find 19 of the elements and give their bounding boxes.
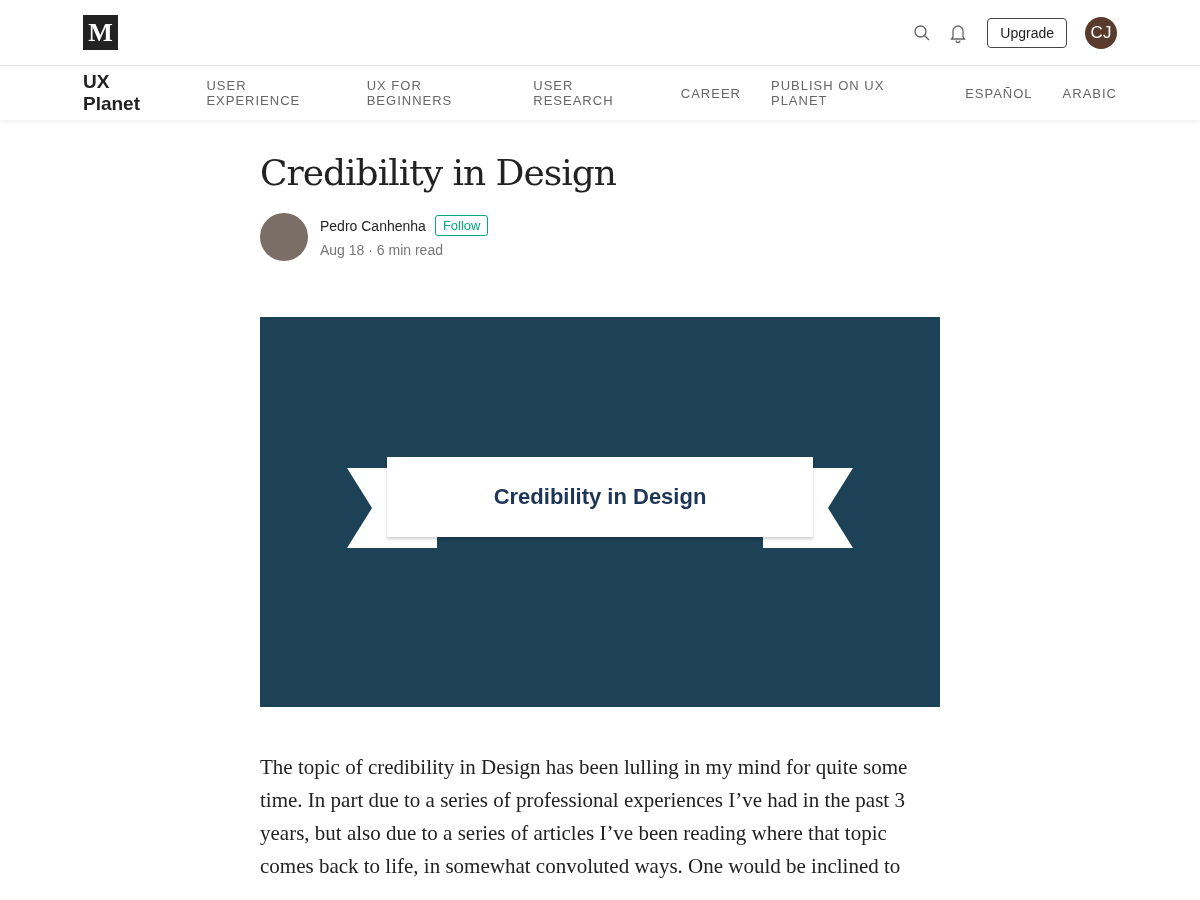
nav-link[interactable]: USER RESEARCH: [533, 78, 651, 108]
site-logo[interactable]: M: [83, 15, 118, 50]
upgrade-button[interactable]: Upgrade: [987, 17, 1067, 48]
nav-link[interactable]: ESPAÑOL: [965, 85, 1033, 101]
author-avatar[interactable]: [260, 213, 308, 261]
bell-icon[interactable]: [949, 22, 968, 43]
nav-link[interactable]: PUBLISH ON UX PLANET: [770, 78, 936, 108]
article-title: Credibility in Design: [260, 152, 617, 193]
user-avatar[interactable]: CJ: [1085, 16, 1117, 49]
nav-link[interactable]: USER EXPERIENCE: [206, 78, 337, 108]
publication-name[interactable]: UX Planet: [83, 71, 167, 115]
nav-link[interactable]: CAREER: [680, 85, 741, 101]
author-name[interactable]: Pedro Canhenha: [320, 217, 426, 234]
nav-link[interactable]: UX FOR BEGINNERS: [366, 78, 504, 108]
body-paragraph: The topic of credibility in Design has been lulling in my mind for quite some time. In part due to a series of professional experiences I’ve had in the past 3 years, but also due to a series of articles I’ve been reading where that topic comes back to life, in somewhat convoluted ways. One would be inclined to: [260, 754, 909, 880]
nav-link[interactable]: ARABIC: [1062, 85, 1117, 101]
search-icon[interactable]: [913, 23, 932, 42]
follow-button[interactable]: Follow: [434, 215, 489, 236]
post-meta: Aug 18 · 6 min read: [320, 242, 443, 258]
